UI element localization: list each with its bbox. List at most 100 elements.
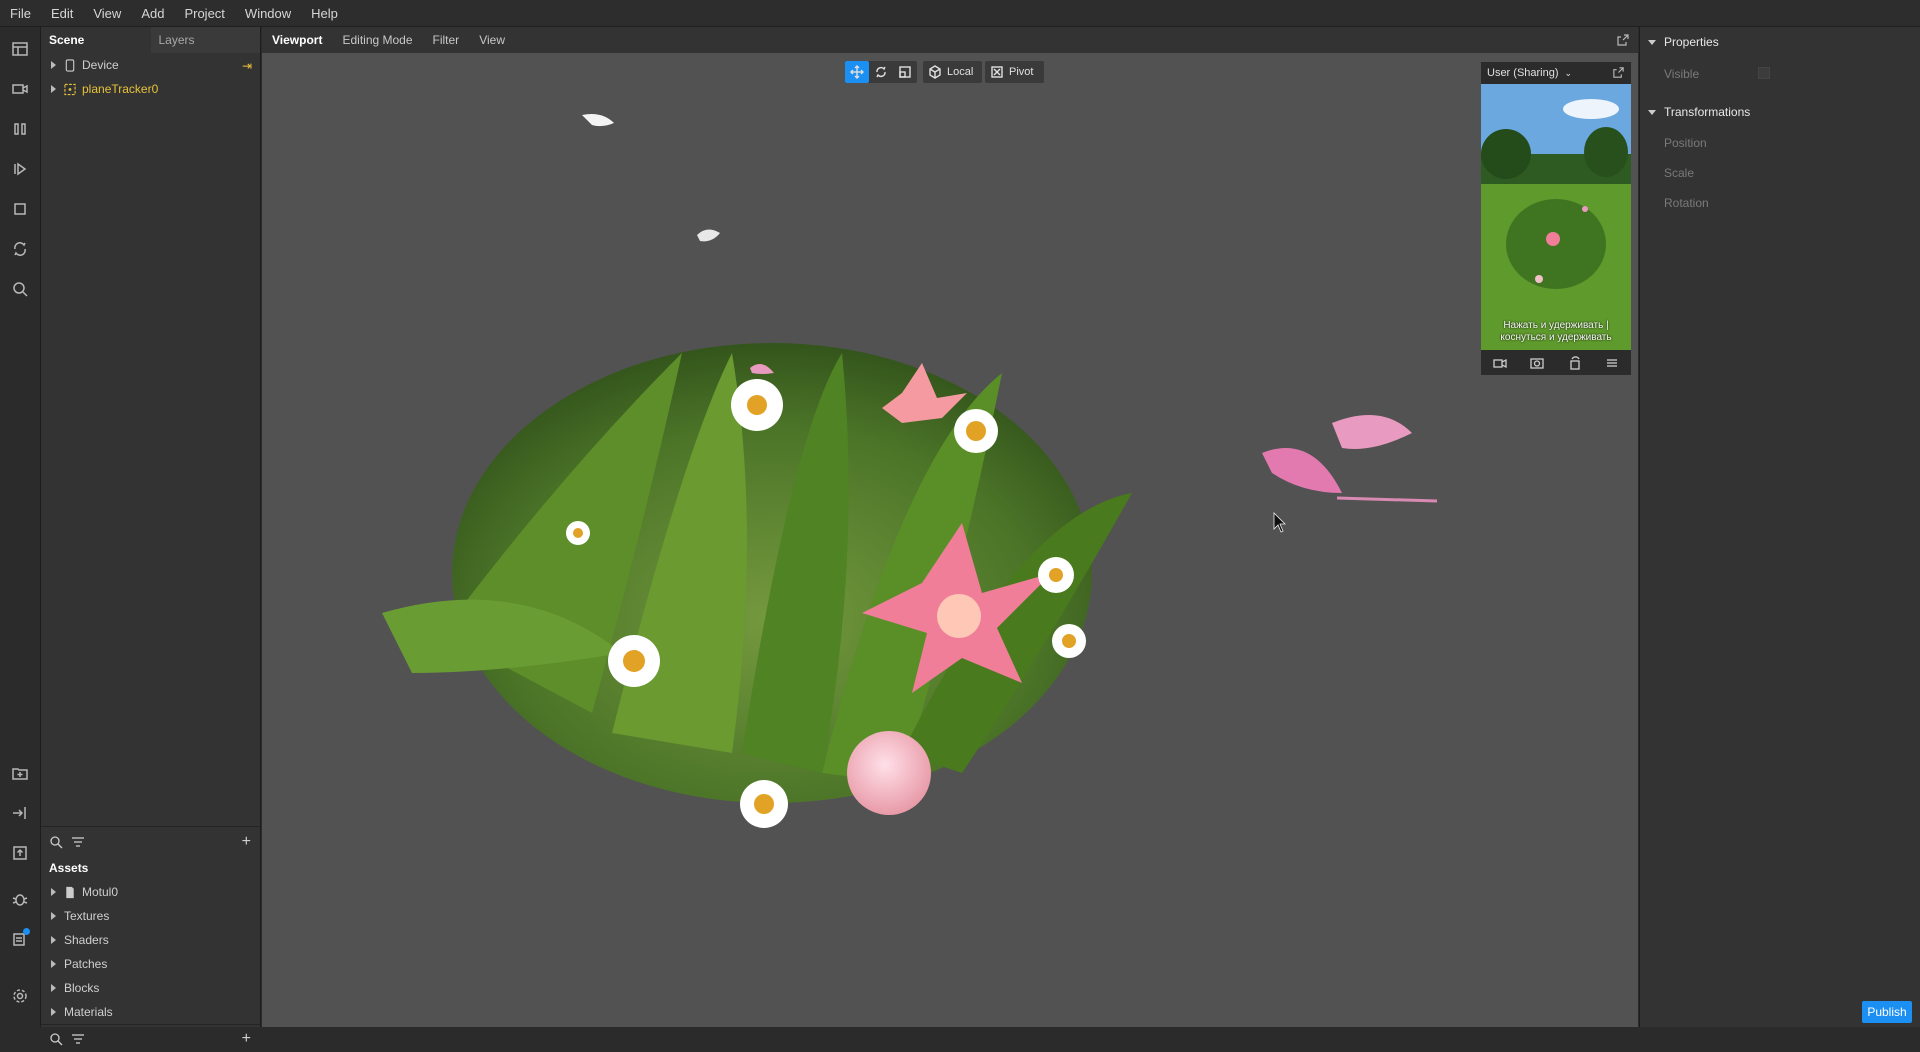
asset-item-motul0[interactable]: Motul0 — [41, 881, 118, 903]
asset-item-label: Motul0 — [82, 885, 119, 899]
rotate-device-icon[interactable] — [1568, 355, 1582, 370]
bug-icon[interactable] — [8, 887, 32, 911]
menu-edit[interactable]: Edit — [41, 0, 83, 27]
tab-layers[interactable]: Layers — [150, 27, 260, 53]
settings-gear-icon[interactable] — [8, 984, 32, 1008]
asset-item-patches[interactable]: Patches — [41, 953, 107, 975]
scene-item-device[interactable]: Device — [41, 54, 119, 76]
menu-bar: File Edit View Add Project Window Help — [0, 0, 1920, 27]
visible-label: Visible — [1664, 67, 1700, 81]
asset-item-label: Blocks — [64, 981, 100, 995]
position-fields[interactable] — [1760, 135, 1920, 151]
left-toolbar — [0, 27, 41, 1027]
asset-item-label: Patches — [64, 957, 108, 971]
search-icon[interactable] — [49, 835, 63, 849]
chevron-down-icon[interactable]: ⌄ — [1565, 68, 1573, 79]
collapse-panel-icon[interactable]: ⇥ — [242, 59, 252, 73]
menu-help[interactable]: Help — [301, 0, 348, 27]
tab-view[interactable]: View — [469, 27, 515, 53]
asset-item-label: Materials — [64, 1005, 113, 1019]
tab-filter[interactable]: Filter — [423, 27, 470, 53]
plane-tracker-icon — [64, 83, 76, 95]
step-forward-icon[interactable] — [8, 157, 32, 181]
menu-file[interactable]: File — [0, 0, 41, 27]
expand-arrow-icon[interactable] — [51, 61, 56, 69]
file-icon — [66, 886, 74, 898]
asset-item-blocks[interactable]: Blocks — [41, 977, 99, 999]
filter-icon[interactable] — [71, 835, 85, 849]
device-icon — [65, 58, 75, 72]
white-butterflies — [582, 114, 720, 242]
expand-arrow-icon[interactable] — [51, 888, 56, 896]
menu-icon[interactable] — [1605, 356, 1619, 370]
menu-project[interactable]: Project — [174, 0, 234, 27]
refresh-icon[interactable] — [8, 237, 32, 261]
scene-panel: Scene Layers ⇥ Device planeTracker0 + As… — [41, 27, 261, 1046]
rotation-label: Rotation — [1664, 196, 1709, 210]
menu-add[interactable]: Add — [131, 0, 174, 27]
preview-overlay-text: Нажать и удерживать | коснуться и удержи… — [1500, 320, 1612, 343]
tab-editing-mode[interactable]: Editing Mode — [332, 27, 422, 53]
expand-arrow-icon[interactable] — [51, 984, 56, 992]
scene-3d-render[interactable] — [262, 53, 1638, 1027]
collapse-arrow-icon[interactable] — [1648, 109, 1656, 115]
menu-view[interactable]: View — [83, 0, 131, 27]
scene-toolbar: + — [41, 826, 261, 856]
stop-icon[interactable] — [8, 197, 32, 221]
section-title: Properties — [1664, 35, 1719, 49]
record-video-icon[interactable] — [1493, 356, 1507, 370]
pause-icon[interactable] — [8, 117, 32, 141]
switch-camera-icon[interactable] — [1530, 356, 1544, 370]
mouse-cursor-icon — [1273, 512, 1286, 533]
preview-image[interactable]: Нажать и удерживать | коснуться и удержи… — [1481, 84, 1631, 350]
tab-scene[interactable]: Scene — [41, 27, 151, 53]
asset-item-textures[interactable]: Textures — [41, 905, 109, 927]
preview-footer — [1481, 350, 1631, 375]
import-icon[interactable] — [8, 801, 32, 825]
folder-add-icon[interactable] — [8, 761, 32, 785]
visible-checkbox[interactable] — [1758, 67, 1770, 79]
asset-item-materials[interactable]: Materials — [41, 1001, 113, 1023]
search-icon[interactable] — [8, 277, 32, 301]
scene-item-plane-tracker[interactable]: planeTracker0 — [41, 78, 158, 100]
section-title: Transformations — [1664, 105, 1751, 119]
section-transformations[interactable]: Transformations — [1648, 105, 1750, 119]
notifications-icon[interactable] — [8, 927, 32, 951]
scale-label: Scale — [1664, 166, 1695, 180]
publish-button[interactable]: Publish — [1862, 1001, 1912, 1023]
expand-arrow-icon[interactable] — [51, 936, 56, 944]
tab-viewport[interactable]: Viewport — [262, 27, 332, 53]
scale-fields[interactable] — [1760, 165, 1920, 181]
preview-header: User (Sharing) ⌄ — [1481, 62, 1631, 84]
video-icon[interactable] — [8, 77, 32, 101]
expand-arrow-icon[interactable] — [51, 960, 56, 968]
notification-badge — [23, 928, 30, 935]
add-object-button[interactable]: + — [242, 833, 251, 850]
assets-toolbar: + — [41, 1024, 261, 1052]
filter-icon[interactable] — [71, 1032, 85, 1046]
rotation-fields[interactable] — [1760, 195, 1920, 211]
asset-item-shaders[interactable]: Shaders — [41, 929, 109, 951]
search-icon[interactable] — [49, 1032, 63, 1046]
expand-arrow-icon[interactable] — [51, 85, 56, 93]
assets-title: Assets — [49, 861, 89, 875]
layout-icon[interactable] — [8, 37, 32, 61]
scene-tabs: Scene Layers — [41, 27, 260, 53]
add-asset-button[interactable]: + — [242, 1030, 251, 1047]
collapse-arrow-icon[interactable] — [1648, 39, 1656, 45]
popout-icon[interactable] — [1612, 66, 1625, 79]
menu-window[interactable]: Window — [235, 0, 301, 27]
dandelion-sphere — [847, 731, 931, 815]
popout-icon[interactable] — [1616, 33, 1630, 47]
section-properties[interactable]: Properties — [1648, 35, 1719, 49]
device-selector[interactable]: User (Sharing) — [1487, 67, 1559, 79]
expand-arrow-icon[interactable] — [51, 912, 56, 920]
scene-item-label: Device — [82, 58, 119, 72]
viewport-panel[interactable]: Viewport Editing Mode Filter View Local … — [262, 27, 1638, 1027]
asset-item-label: Shaders — [64, 933, 109, 947]
upload-icon[interactable] — [8, 841, 32, 865]
device-preview: User (Sharing) ⌄ Нажать и удерживать | к… — [1481, 62, 1631, 375]
position-label: Position — [1664, 136, 1707, 150]
viewport-tabs: Viewport Editing Mode Filter View — [262, 27, 1638, 53]
expand-arrow-icon[interactable] — [51, 1008, 56, 1016]
